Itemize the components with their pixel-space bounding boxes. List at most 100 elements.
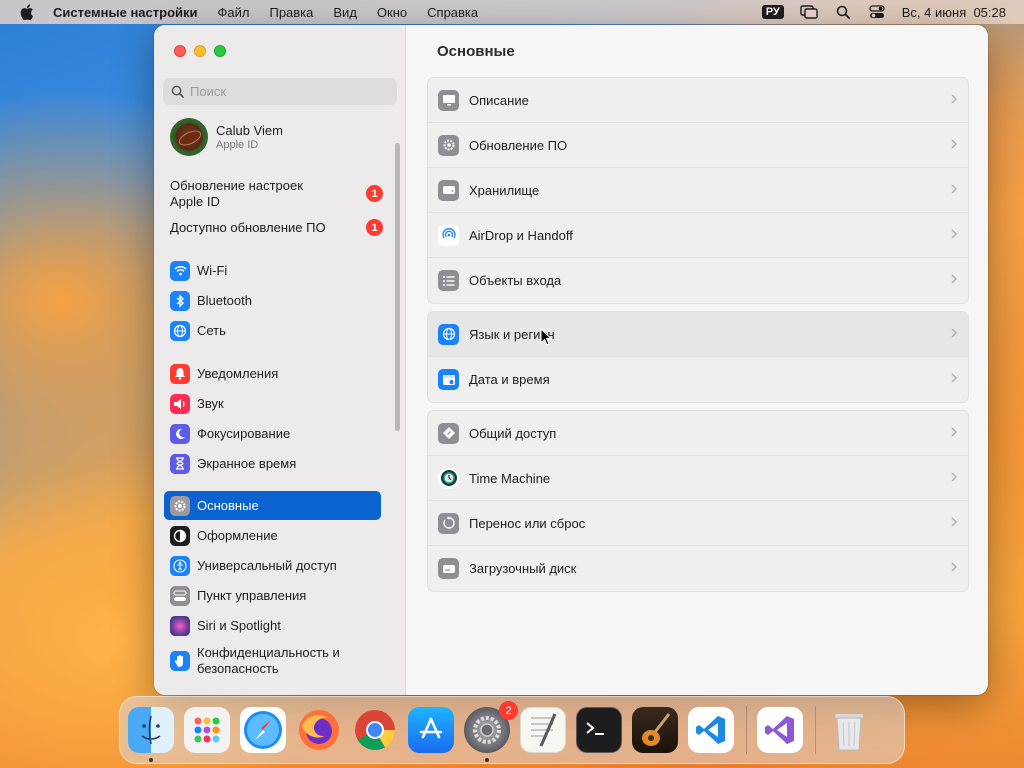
list-icon [438, 270, 459, 291]
menu-file[interactable]: Файл [218, 5, 250, 20]
app-store-icon [419, 717, 443, 739]
zoom-window-button[interactable] [214, 45, 226, 57]
sidebar-item-notifications[interactable]: Уведомления [164, 359, 381, 388]
settings-row-airdrop-handoff[interactable]: AirDrop и Handoff [428, 213, 968, 258]
settings-row-storage[interactable]: Хранилище [428, 168, 968, 213]
sidebar-item-screen-time[interactable]: Экранное время [164, 449, 381, 478]
settings-row-date-time[interactable]: Дата и время [428, 357, 968, 402]
appearance-icon [170, 525, 190, 546]
sidebar-item-label: Конфиденциальность и безопасность [197, 645, 340, 676]
sidebar-item-general[interactable]: Основные [164, 491, 381, 520]
menu-edit[interactable]: Правка [269, 5, 313, 20]
settings-row-time-machine[interactable]: Time Machine [428, 456, 968, 501]
sidebar-search-input[interactable]: Поиск [163, 78, 397, 105]
dock-app-terminal[interactable] [576, 707, 622, 753]
dock-separator [815, 706, 816, 754]
menu-help[interactable]: Справка [427, 5, 478, 20]
dock-app-garageband[interactable] [632, 707, 678, 753]
settings-row-about[interactable]: Описание [428, 78, 968, 123]
sidebar-item-accessibility[interactable]: Универсальный доступ [164, 551, 381, 580]
sidebar-item-label: Пункт управления [197, 588, 307, 603]
avatar [170, 118, 208, 156]
sidebar: Поиск Calub Viem Apple ID Обновление нас… [154, 25, 406, 695]
sidebar-item-label: Звук [197, 396, 224, 411]
sidebar-item-appearance[interactable]: Оформление [164, 521, 381, 550]
apple-menu-icon[interactable] [17, 2, 37, 22]
sidebar-item-label: Фокусирование [197, 426, 291, 441]
dock: 2 [119, 696, 905, 764]
running-indicator [149, 758, 153, 762]
terminal-icon [586, 722, 604, 735]
control-center-icon[interactable] [868, 4, 886, 20]
dock-app-vscode[interactable] [688, 707, 734, 753]
row-label: Загрузочный диск [469, 561, 577, 576]
dock-app-firefox[interactable] [296, 707, 342, 753]
minimize-window-button[interactable] [194, 45, 206, 57]
sidebar-item-label: Wi-Fi [197, 263, 228, 278]
launchpad-icon [194, 717, 220, 743]
menu-app-name[interactable]: Системные настройки [53, 5, 198, 20]
drive-icon [438, 179, 459, 201]
dock-app-visual-studio[interactable] [757, 707, 803, 753]
notice-software-update[interactable]: Доступно обновление ПО [170, 220, 390, 236]
input-source-indicator[interactable]: РУ [761, 5, 784, 19]
profile-subtitle: Apple ID [216, 139, 259, 151]
sidebar-item-label: Уведомления [197, 366, 279, 381]
gear-badge-icon [438, 134, 459, 156]
sidebar-item-bluetooth[interactable]: Bluetooth [164, 286, 381, 315]
screen-mirroring-icon[interactable] [800, 4, 818, 20]
apple-id-profile[interactable]: Calub Viem Apple ID [170, 118, 283, 156]
sidebar-item-label: Универсальный доступ [197, 558, 337, 573]
dock-app-finder[interactable] [128, 707, 174, 762]
sidebar-item-sound[interactable]: Звук [164, 389, 381, 418]
chevron-right-icon [951, 373, 958, 383]
menu-bar: Системные настройки Файл Правка Вид Окно… [0, 0, 1024, 24]
settings-row-startup-disk[interactable]: Загрузочный диск [428, 546, 968, 591]
dock-app-launchpad[interactable] [184, 707, 230, 753]
dock-app-safari[interactable] [240, 707, 286, 753]
row-label: Перенос или сброс [469, 515, 586, 531]
firefox-icon [299, 710, 339, 750]
sidebar-item-label: Основные [197, 498, 259, 513]
sidebar-scrollbar[interactable] [395, 143, 400, 431]
dock-app-trash[interactable] [826, 707, 872, 753]
close-window-button[interactable] [174, 45, 186, 57]
settings-row-language-region[interactable]: Язык и регион [428, 312, 968, 357]
globe-icon [170, 320, 190, 341]
settings-group-about: Описание Обновление ПО Хранилище AirDrop… [427, 77, 969, 304]
page-title: Основные [437, 43, 515, 60]
settings-row-transfer-reset[interactable]: Перенос или сброс [428, 501, 968, 546]
sidebar-item-focus[interactable]: Фокусирование [164, 419, 381, 448]
sidebar-item-wifi[interactable]: Wi-Fi [164, 256, 381, 285]
menu-view[interactable]: Вид [333, 5, 357, 20]
notice-label: Доступно обновление ПО [170, 220, 326, 235]
textedit-icon [531, 713, 557, 747]
time-machine-icon [438, 467, 459, 489]
profile-name: Calub Viem [216, 123, 283, 138]
settings-row-sharing[interactable]: Общий доступ [428, 411, 968, 456]
notification-badge: 2 [499, 701, 518, 720]
search-placeholder: Поиск [190, 84, 227, 99]
visual-studio-icon [765, 716, 794, 744]
sidebar-item-network[interactable]: Сеть [164, 316, 381, 345]
dock-app-app-store[interactable] [408, 707, 454, 753]
notice-apple-id-update[interactable]: Обновление настроек Apple ID [170, 178, 390, 210]
hourglass-icon [170, 453, 190, 474]
menu-window[interactable]: Окно [377, 5, 407, 20]
dock-app-chrome[interactable] [352, 707, 398, 753]
settings-row-software-update[interactable]: Обновление ПО [428, 123, 968, 168]
settings-row-login-items[interactable]: Объекты входа [428, 258, 968, 303]
sidebar-item-privacy-security[interactable]: Конфиденциальность и безопасность [164, 641, 381, 681]
search-icon [171, 85, 184, 98]
chevron-right-icon [951, 328, 958, 338]
sidebar-item-siri-spotlight[interactable]: Siri и Spotlight [164, 611, 381, 640]
notice-badge: 1 [366, 185, 383, 202]
menu-clock[interactable]: Вс, 4 июня 05:28 [902, 5, 1006, 20]
spotlight-search-icon[interactable] [834, 4, 852, 20]
row-label: Дата и время [469, 372, 550, 387]
sidebar-item-control-center[interactable]: Пункт управления [164, 581, 381, 610]
dock-app-system-settings[interactable]: 2 [464, 701, 518, 762]
dock-app-textedit[interactable] [520, 707, 566, 753]
chevron-right-icon [951, 517, 958, 527]
sharing-icon [438, 422, 459, 444]
